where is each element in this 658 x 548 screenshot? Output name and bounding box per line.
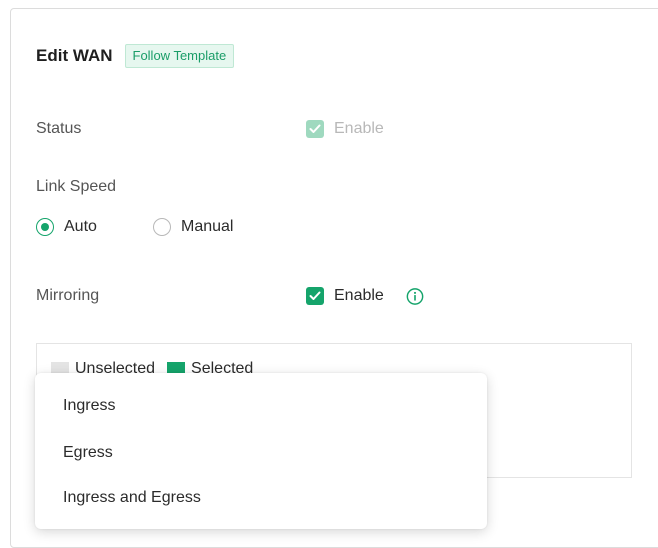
- dropdown-option-ingress[interactable]: Ingress: [63, 397, 115, 415]
- dropdown-option-egress[interactable]: Egress: [63, 444, 113, 462]
- radio-manual-label: Manual: [181, 218, 234, 235]
- page-title: Edit WAN: [36, 46, 113, 65]
- status-enable-label: Enable: [334, 120, 384, 137]
- follow-template-badge: Follow Template: [124, 44, 235, 68]
- radio-manual[interactable]: Manual: [153, 218, 233, 236]
- mirroring-mode-dropdown: Ingress Egress Ingress and Egress: [35, 373, 487, 529]
- radio-auto[interactable]: Auto: [36, 218, 97, 236]
- mirroring-enable-checkbox[interactable]: Enable: [306, 287, 424, 305]
- panel-header: Edit WAN Follow Template: [36, 44, 235, 68]
- dropdown-option-ingress-and-egress[interactable]: Ingress and Egress: [63, 489, 201, 507]
- mirroring-label: Mirroring: [36, 287, 100, 304]
- link-speed-label: Link Speed: [36, 178, 117, 195]
- info-icon[interactable]: [406, 287, 424, 305]
- mirroring-enable-label: Enable: [334, 287, 384, 304]
- checkbox-check-icon: [306, 287, 324, 305]
- radio-auto-label: Auto: [64, 218, 97, 235]
- status-enable-checkbox[interactable]: Enable: [306, 120, 384, 138]
- checkbox-check-icon: [306, 120, 324, 138]
- status-label: Status: [36, 120, 82, 137]
- radio-unchecked-icon: [153, 218, 171, 236]
- radio-checked-icon: [36, 218, 54, 236]
